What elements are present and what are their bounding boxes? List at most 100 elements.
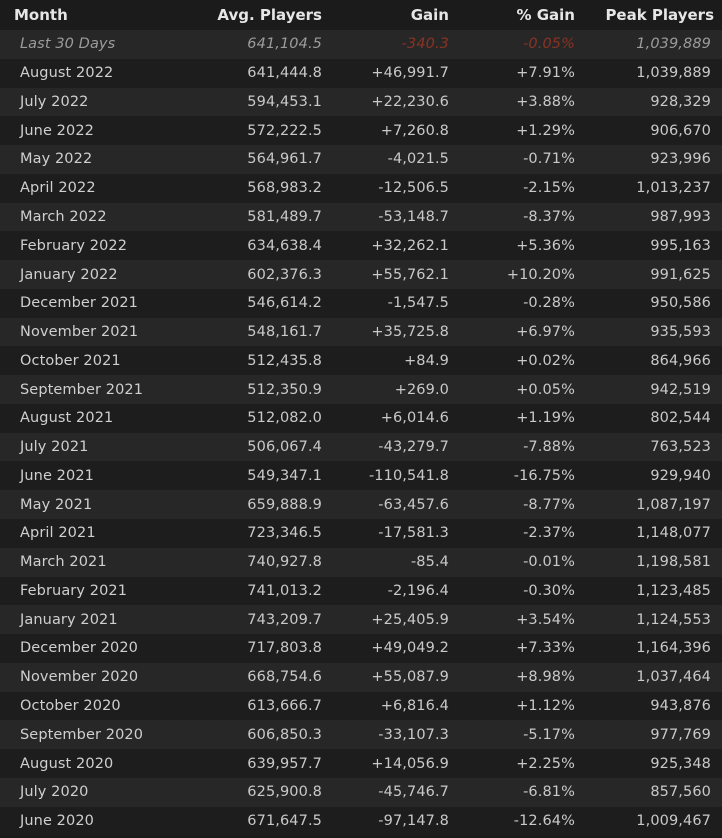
month-cell: March 2022 xyxy=(20,208,107,225)
gain-cell: -4,021.5 xyxy=(387,151,449,168)
avg-players-cell: 606,850.3 xyxy=(247,726,322,743)
table-row: August 2022 641,444.8 +46,991.7 +7.91% 1,039… xyxy=(0,58,722,88)
column-header-month[interactable]: Month xyxy=(0,0,198,30)
table-row: May 2022 564,961.7 -4,021.5 -0.71% 923,996 xyxy=(0,145,722,174)
month-cell: April 2021 xyxy=(20,525,96,542)
table-row: April 2022 568,983.2 -12,506.5 -2.15% 1,013,… xyxy=(0,173,722,203)
avg-players-cell: 668,754.6 xyxy=(247,669,322,686)
summary-avg-players-cell: 641,104.5 xyxy=(247,36,322,53)
table-row: July 2020 625,900.8 -45,746.7 -6.81% 857,560 xyxy=(0,777,722,807)
table-row: August 2021 512,082.0 +6,014.6 +1.19% 802,54… xyxy=(0,403,722,433)
percent-gain-cell: +0.05% xyxy=(516,381,575,398)
gain-cell: +55,762.1 xyxy=(371,266,449,283)
month-cell: November 2020 xyxy=(20,669,139,686)
month-cell: August 2020 xyxy=(20,755,114,772)
avg-players-cell: 659,888.9 xyxy=(247,496,322,513)
gain-cell: -85.4 xyxy=(410,554,449,571)
percent-gain-cell: +7.91% xyxy=(516,65,575,82)
percent-gain-cell: -5.17% xyxy=(523,726,575,743)
gain-cell: +55,087.9 xyxy=(371,669,449,686)
avg-players-cell: 625,900.8 xyxy=(247,784,322,801)
gain-cell: +25,405.9 xyxy=(371,611,449,628)
percent-gain-cell: +1.12% xyxy=(516,697,575,714)
month-cell: May 2021 xyxy=(20,496,93,513)
gain-cell: -33,107.3 xyxy=(378,726,449,743)
column-header-avg-players[interactable]: Avg. Players xyxy=(198,0,331,30)
peak-players-cell: 943,876 xyxy=(650,697,711,714)
month-cell: July 2022 xyxy=(20,93,89,110)
summary-row-last-30-days: Last 30 Days 641,104.5 -340.3 -0.05% 1,0… xyxy=(0,30,722,59)
gain-cell: +46,991.7 xyxy=(371,65,449,82)
gain-cell: -110,541.8 xyxy=(368,467,449,484)
peak-players-cell: 906,670 xyxy=(650,122,711,139)
gain-cell: +32,262.1 xyxy=(371,237,449,254)
percent-gain-cell: -2.15% xyxy=(523,180,575,197)
gain-cell: -53,148.7 xyxy=(378,208,449,225)
peak-players-cell: 1,164,396 xyxy=(636,640,711,657)
header-row: Month Avg. Players Gain % Gain Peak Play… xyxy=(0,0,722,30)
peak-players-cell: 923,996 xyxy=(650,151,711,168)
gain-cell: +14,056.9 xyxy=(371,755,449,772)
month-cell: June 2020 xyxy=(20,813,94,830)
gain-cell: +269.0 xyxy=(394,381,449,398)
peak-players-cell: 1,013,237 xyxy=(636,180,711,197)
table-row: July 2022 594,453.1 +22,230.6 +3.88% 928,329 xyxy=(0,87,722,117)
gain-cell: +6,014.6 xyxy=(380,410,449,427)
peak-players-cell: 1,009,467 xyxy=(636,813,711,830)
month-cell: July 2021 xyxy=(20,439,89,456)
peak-players-cell: 1,124,553 xyxy=(636,611,711,628)
month-cell: August 2022 xyxy=(20,65,114,82)
percent-gain-cell: -7.88% xyxy=(523,439,575,456)
percent-gain-cell: -8.77% xyxy=(523,496,575,513)
month-cell: September 2020 xyxy=(20,726,144,743)
percent-gain-cell: +2.25% xyxy=(516,755,575,772)
column-header-gain[interactable]: Gain xyxy=(331,0,458,30)
summary-gain-cell: -340.3 xyxy=(401,36,449,53)
peak-players-cell: 925,348 xyxy=(650,755,711,772)
avg-players-cell: 639,957.7 xyxy=(247,755,322,772)
percent-gain-cell: -2.37% xyxy=(523,525,575,542)
table-row: June 2021 549,347.1 -110,541.8 -16.75% 929,9… xyxy=(0,461,722,491)
peak-players-cell: 977,769 xyxy=(650,726,711,743)
gain-cell: -1,547.5 xyxy=(387,295,449,312)
column-header-peak-players[interactable]: Peak Players xyxy=(582,0,722,30)
gain-cell: +7,260.8 xyxy=(380,122,449,139)
table-row: February 2021 741,013.2 -2,196.4 -0.30% 1,12… xyxy=(0,576,722,606)
percent-gain-cell: -16.75% xyxy=(513,467,575,484)
table-row: June 2020 671,647.5 -97,147.8 -12.64% 1,009,… xyxy=(0,806,722,836)
summary-peak-players-cell: 1,039,889 xyxy=(636,36,711,53)
percent-gain-cell: +3.54% xyxy=(516,611,575,628)
peak-players-cell: 1,198,581 xyxy=(636,554,711,571)
month-cell: January 2022 xyxy=(20,266,118,283)
percent-gain-cell: +7.33% xyxy=(516,640,575,657)
table-row: April 2021 723,346.5 -17,581.3 -2.37% 1,148,… xyxy=(0,519,722,548)
table-body: Last 30 Days 641,104.5 -340.3 -0.05% 1,0… xyxy=(0,30,722,836)
table-row: March 2021 740,927.8 -85.4 -0.01% 1,198,581 xyxy=(0,547,722,577)
gain-cell: +49,049.2 xyxy=(371,640,449,657)
gain-cell: -17,581.3 xyxy=(378,525,449,542)
percent-gain-cell: +10.20% xyxy=(506,266,575,283)
player-stats-table: Month Avg. Players Gain % Gain Peak Play… xyxy=(0,0,722,836)
avg-players-cell: 671,647.5 xyxy=(247,813,322,830)
peak-players-cell: 987,993 xyxy=(650,208,711,225)
percent-gain-cell: -0.30% xyxy=(523,582,575,599)
month-cell: June 2022 xyxy=(20,122,94,139)
peak-players-cell: 763,523 xyxy=(650,439,711,456)
column-header-percent-gain[interactable]: % Gain xyxy=(458,0,582,30)
month-cell: October 2021 xyxy=(20,352,121,369)
avg-players-cell: 512,350.9 xyxy=(247,381,322,398)
peak-players-cell: 995,163 xyxy=(650,237,711,254)
table-row: March 2022 581,489.7 -53,148.7 -8.37% 987,99… xyxy=(0,202,722,232)
month-cell: August 2021 xyxy=(20,410,114,427)
percent-gain-cell: -8.37% xyxy=(523,208,575,225)
avg-players-cell: 613,666.7 xyxy=(247,697,322,714)
gain-cell: -45,746.7 xyxy=(378,784,449,801)
avg-players-cell: 740,927.8 xyxy=(247,554,322,571)
avg-players-cell: 641,444.8 xyxy=(247,65,322,82)
month-cell: February 2021 xyxy=(20,582,128,599)
gain-cell: -63,457.6 xyxy=(378,496,449,513)
table-row: October 2020 613,666.7 +6,816.4 +1.12% 943,8… xyxy=(0,691,722,721)
avg-players-cell: 549,347.1 xyxy=(247,467,322,484)
peak-players-cell: 864,966 xyxy=(650,352,711,369)
month-cell: June 2021 xyxy=(20,467,94,484)
